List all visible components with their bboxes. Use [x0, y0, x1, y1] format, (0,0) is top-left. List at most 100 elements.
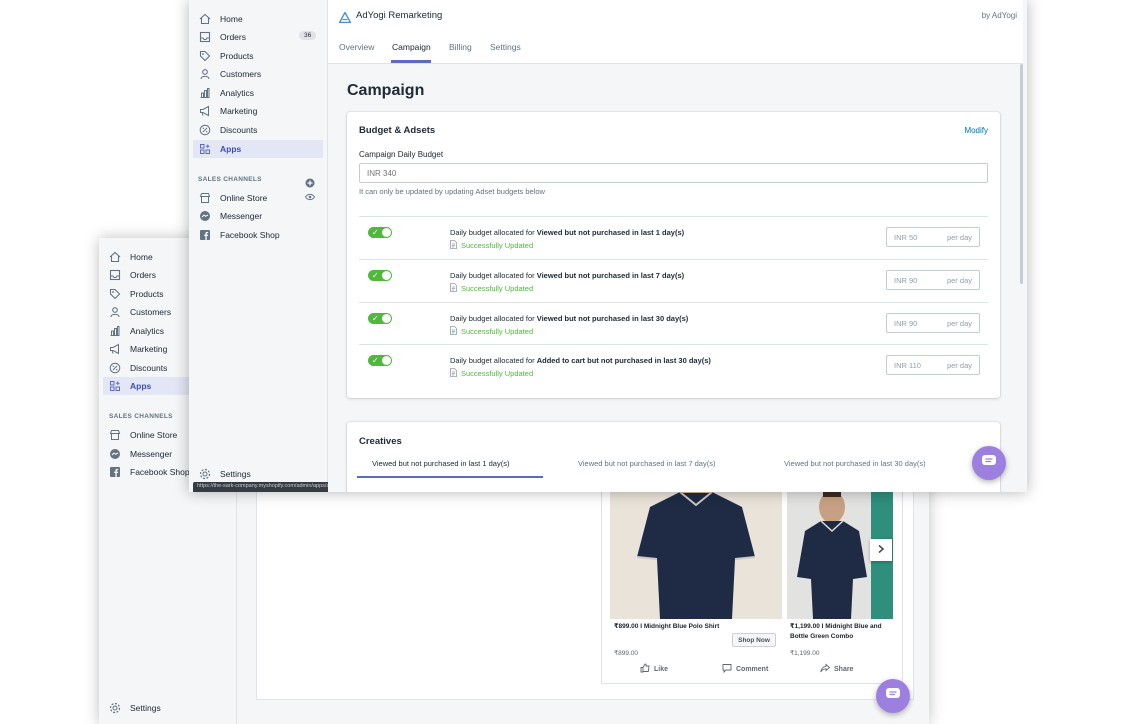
adset-budget-input[interactable]: INR 50 per day: [886, 227, 980, 247]
bar-chart-icon: [198, 86, 212, 100]
card-title: Budget & Adsets: [359, 125, 436, 136]
chat-button[interactable]: [876, 679, 910, 713]
sidebar-item-label: Facebook Shop: [220, 230, 280, 240]
megaphone-icon: [108, 342, 122, 356]
adset-description: Daily budget allocated for Added to cart…: [450, 356, 711, 365]
adset-toggle[interactable]: ✓: [368, 313, 392, 324]
sidebar-item-label: Online Store: [130, 430, 178, 440]
sidebar-item-apps[interactable]: Apps: [193, 140, 323, 158]
sidebar-item-customers[interactable]: Customers: [193, 65, 324, 83]
scrollbar[interactable]: [1020, 64, 1023, 284]
adset-description: Daily budget allocated for Viewed but no…: [450, 228, 685, 237]
sidebar-item-home[interactable]: Home: [193, 10, 324, 28]
creative-tab-30-days[interactable]: Viewed but not purchased in last 30 day(…: [784, 459, 926, 468]
comment-icon: [722, 663, 732, 675]
tab-overview[interactable]: Overview: [339, 42, 374, 52]
sidebar-item-analytics[interactable]: Analytics: [193, 84, 324, 102]
adset-budget-row: ✓ Daily budget allocated for Viewed but …: [359, 302, 988, 344]
active-creative-tab-indicator: [357, 476, 543, 478]
sidebar-item-orders[interactable]: Orders 36: [193, 28, 324, 46]
tab-campaign[interactable]: Campaign: [392, 42, 431, 52]
eye-icon[interactable]: [304, 193, 316, 203]
orders-count-badge: 36: [299, 31, 317, 40]
sidebar-item-marketing[interactable]: Marketing: [193, 102, 324, 120]
app-title: AdYogi Remarketing: [356, 10, 443, 21]
adset-description: Daily budget allocated for Viewed but no…: [450, 271, 685, 280]
by-line: by AdYogi: [981, 11, 1017, 20]
messenger-icon: [108, 447, 122, 461]
product-title: ₹899.00 I Midnight Blue Polo Shirt: [614, 623, 720, 630]
creative-tab-7-days[interactable]: Viewed but not purchased in last 7 day(s…: [578, 459, 715, 468]
store-icon: [198, 191, 212, 205]
comment-button[interactable]: Comment: [722, 663, 768, 675]
gear-icon: [198, 467, 212, 481]
sidebar-item-online-store[interactable]: Online Store: [193, 189, 324, 207]
modify-link[interactable]: Modify: [964, 126, 988, 135]
like-button[interactable]: Like: [640, 663, 668, 675]
sidebar-item-settings[interactable]: Settings: [103, 699, 233, 717]
sidebar-item-label: Analytics: [130, 326, 165, 336]
sidebar-item-label: Orders: [130, 270, 156, 280]
share-button[interactable]: Share: [820, 663, 853, 675]
product-image[interactable]: [610, 487, 782, 619]
discount-icon: [198, 123, 212, 137]
messenger-icon: [198, 209, 212, 223]
sidebar-item-settings[interactable]: Settings: [193, 465, 324, 483]
product-price: ₹899.00: [614, 650, 639, 657]
orders-icon: [108, 268, 122, 282]
chat-icon: [885, 687, 901, 706]
adset-toggle[interactable]: ✓: [368, 355, 392, 366]
apps-icon: [198, 142, 212, 156]
adset-budget-row: ✓ Daily budget allocated for Viewed but …: [359, 216, 988, 258]
sidebar-item-discounts[interactable]: Discounts: [193, 121, 324, 139]
adset-description: Daily budget allocated for Viewed but no…: [450, 314, 689, 323]
sidebar-item-label: Settings: [130, 703, 161, 713]
document-icon: [450, 368, 457, 379]
sidebar-item-label: Online Store: [220, 193, 268, 203]
sidebar-item-label: Customers: [130, 307, 172, 317]
sales-channels-label: SALES CHANNELS: [109, 413, 173, 420]
document-icon: [450, 326, 457, 337]
share-icon: [820, 663, 831, 675]
adset-budget-input[interactable]: INR 90 per day: [886, 313, 980, 333]
sidebar-item-label: Settings: [220, 469, 251, 479]
adset-budget-row: ✓ Daily budget allocated for Viewed but …: [359, 259, 988, 301]
sidebar-item-messenger[interactable]: Messenger: [193, 207, 324, 225]
update-status: Successfully Updated: [450, 326, 533, 337]
sidebar-item-label: Marketing: [220, 106, 258, 116]
card-title: Creatives: [359, 436, 402, 447]
daily-budget-input[interactable]: [359, 163, 988, 183]
adyogi-logo-icon: [338, 10, 352, 28]
update-status: Successfully Updated: [450, 283, 533, 294]
update-status: Successfully Updated: [450, 240, 533, 251]
adset-toggle[interactable]: ✓: [368, 227, 392, 238]
adset-budget-input[interactable]: INR 90 per day: [886, 270, 980, 290]
sidebar-item-label: Apps: [220, 144, 242, 154]
creatives-card: Creatives Viewed but not purchased in la…: [347, 422, 1000, 492]
document-icon: [450, 283, 457, 294]
chat-button[interactable]: [972, 446, 1006, 480]
adset-budget-row: ✓ Daily budget allocated for Added to ca…: [359, 344, 988, 386]
carousel-next-button[interactable]: [870, 539, 892, 561]
adset-budget-input[interactable]: INR 110 per day: [886, 355, 980, 375]
tab-billing[interactable]: Billing: [449, 42, 472, 52]
facebook-icon: [198, 228, 212, 242]
sidebar-item-label: Facebook Shop: [130, 467, 190, 477]
product-price: ₹1,199.00: [790, 650, 820, 657]
orders-icon: [198, 30, 212, 44]
shop-now-button[interactable]: Shop Now: [732, 633, 776, 647]
sidebar-item-label: Marketing: [130, 344, 168, 354]
creative-tab-1-day[interactable]: Viewed but not purchased in last 1 day(s…: [372, 459, 509, 468]
sidebar-item-products[interactable]: Products: [193, 47, 324, 65]
tab-settings[interactable]: Settings: [490, 42, 521, 52]
adset-toggle[interactable]: ✓: [368, 270, 392, 281]
apps-icon: [108, 379, 122, 393]
facebook-icon: [108, 465, 122, 479]
sidebar-item-label: Orders: [220, 32, 246, 42]
tag-icon: [198, 49, 212, 63]
bar-chart-icon: [108, 324, 122, 338]
home-icon: [198, 12, 212, 26]
sidebar-item-facebook-shop[interactable]: Facebook Shop: [193, 226, 324, 244]
document-icon: [450, 240, 457, 251]
daily-budget-label: Campaign Daily Budget: [359, 150, 444, 159]
